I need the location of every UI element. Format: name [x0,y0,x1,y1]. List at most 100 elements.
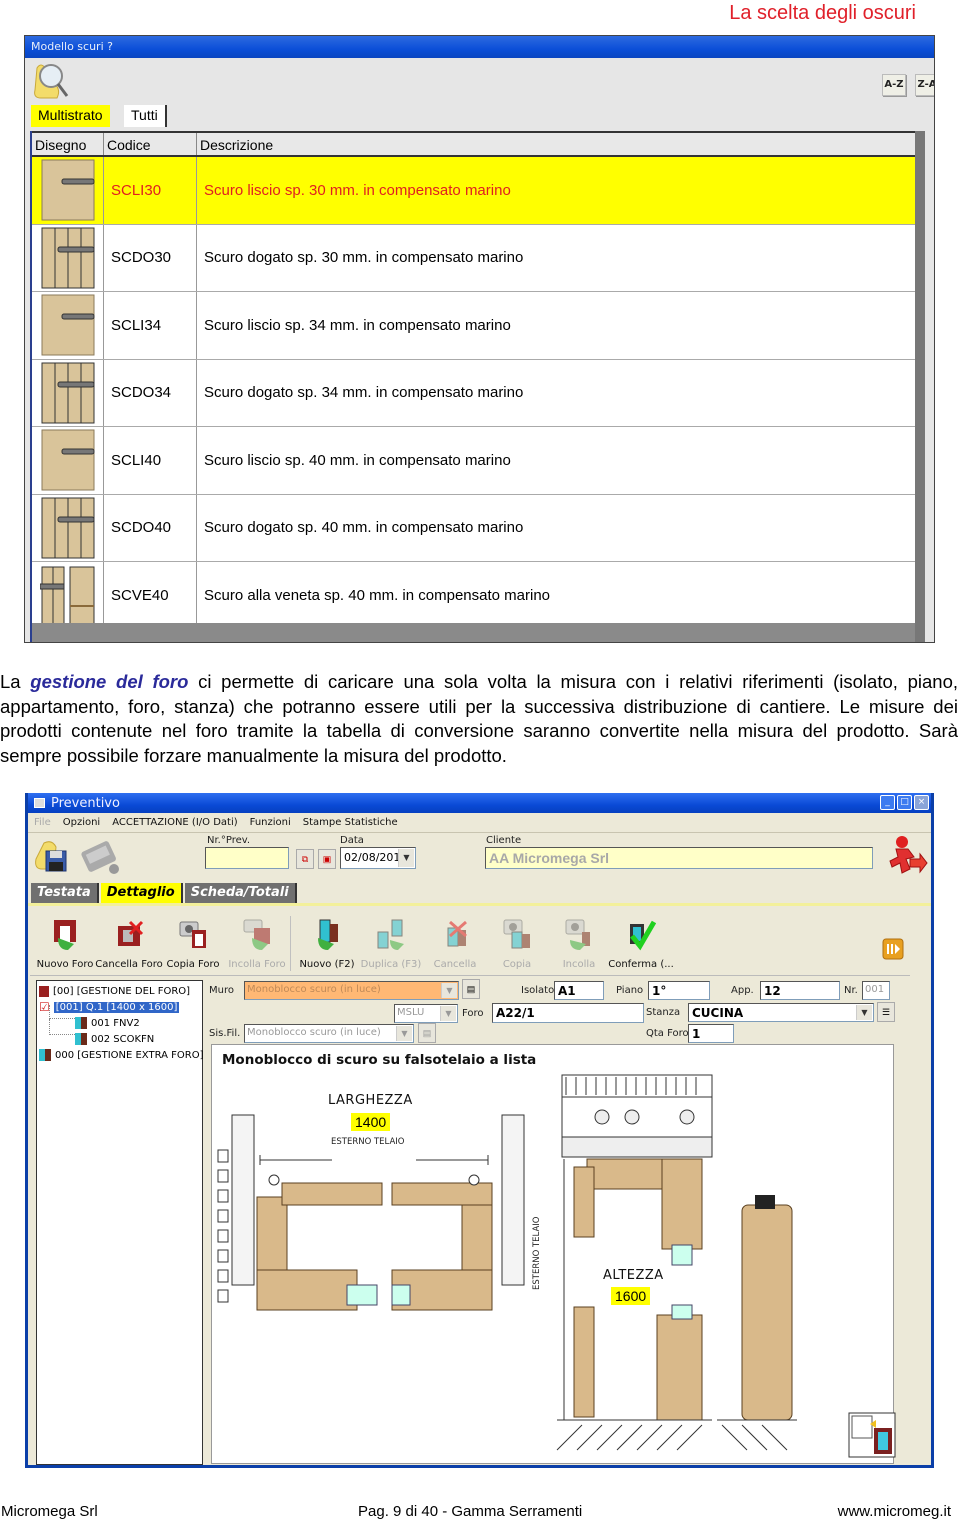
tree-item-label: [00] [GESTIONE DEL FORO] [53,985,191,997]
models-grid: Disegno Codice Descrizione SCLI30 Scuro l… [30,131,925,642]
app-input[interactable]: 12 [760,981,840,1000]
cliente-label: Cliente [486,835,522,846]
vertical-scrollbar[interactable] [915,131,925,642]
tab-testata[interactable]: Testata [31,883,99,903]
stanza-select[interactable]: CUCINA ▼ [688,1003,874,1022]
menu-opzioni[interactable]: Opzioni [63,817,100,828]
sisfil-value: Monoblocco scuro (in luce) [247,1027,381,1038]
table-row[interactable]: SCLI40 Scuro liscio sp. 40 mm. in compens… [32,427,925,495]
action-new-item-button[interactable]: Nuovo (F2) [292,918,362,970]
muro-detail-button[interactable]: ▤ [462,979,480,999]
tree-item[interactable]: 000 [GESTIONE EXTRA FORO] [39,1047,204,1063]
chevron-down-icon[interactable]: ▼ [398,849,414,867]
action-label: Incolla Foro [228,959,286,970]
action-confirm-button[interactable]: Conferma (... [606,918,676,970]
action-copy-button[interactable]: Copia [482,918,552,970]
data-date-picker[interactable]: 02/08/2010 ▼ [340,847,416,869]
menu-stampe-statistiche[interactable]: Stampe Statistiche [303,817,398,828]
window-item-icon [39,1049,51,1061]
tab-multistrato[interactable]: Multistrato [31,105,110,127]
chevron-down-icon[interactable]: ▼ [441,983,457,998]
stanza-list-button[interactable]: ☰ [877,1002,895,1022]
column-header-codice[interactable]: Codice [104,133,197,155]
sort-az-button[interactable]: A-Z [882,74,906,96]
insert-window-icon[interactable] [848,1412,896,1458]
piano-input[interactable]: 1° [648,981,710,1000]
preventivo-window: Preventivo _ □ × File Opzioni ACCETTAZIO… [25,793,934,1468]
muro-value: Monoblocco scuro (in luce) [247,984,381,995]
window-app-icon [34,798,45,808]
action-copy-foro-button[interactable]: Copia Foro [158,918,228,970]
tree-item[interactable]: 001 FNV2 [75,1015,140,1031]
minimize-button[interactable]: _ [880,795,895,810]
mslu-select[interactable]: MSLU ▼ [394,1004,458,1023]
save-icon[interactable] [34,837,70,875]
foro-tree[interactable]: [00] [GESTIONE DEL FORO] ☑ [001] Q.1 [1400… [36,980,204,1465]
chevron-down-icon[interactable]: ▼ [440,1006,456,1021]
column-header-disegno[interactable]: Disegno [32,133,104,155]
altezza-value[interactable]: 1600 [611,1287,651,1305]
tab-scheda-totali[interactable]: Scheda/Totali [184,883,297,903]
tree-item[interactable]: ☑ [001] Q.1 [1400 x 1600] [39,999,180,1015]
column-header-descrizione[interactable]: Descrizione [197,133,925,155]
nr-input[interactable]: 001 [862,981,890,1000]
menu-file[interactable]: File [34,817,51,828]
stanza-label: Stanza [646,1007,681,1018]
table-row[interactable]: SCVE40 Scuro alla veneta sp. 40 mm. in co… [32,562,925,630]
muro-select[interactable]: Monoblocco scuro (in luce) ▼ [244,981,459,1000]
dettaglio-panel: Nuovo Foro Cancella Foro Copia Foro Incolla… [28,903,931,1465]
table-row[interactable]: SCDO40 Scuro dogato sp. 40 mm. in compens… [32,494,925,562]
delete-icon [447,920,467,947]
fax-icon[interactable] [78,835,122,877]
tree-item[interactable]: 002 SCOKFN [75,1031,154,1047]
tab-bar: Multistrato Tutti [25,103,934,127]
isolato-input[interactable]: A1 [554,981,604,1000]
data-label: Data [340,835,364,846]
tab-dettaglio[interactable]: Dettaglio [100,883,183,903]
cell-descrizione: Scuro alla veneta sp. 40 mm. in compensa… [197,562,925,629]
action-paste-button[interactable]: Incolla [544,918,614,970]
nr-prev-input[interactable] [205,847,289,869]
tab-tutti[interactable]: Tutti [124,105,167,127]
tree-item[interactable]: [00] [GESTIONE DEL FORO] [39,983,190,999]
action-delete-foro-button[interactable]: Cancella Foro [94,918,164,970]
action-label: Nuovo Foro [36,959,94,970]
exit-runner-icon[interactable] [886,835,928,877]
sisfil-detail-button[interactable]: ▤ [418,1023,436,1043]
window-title: Modello scuri ? [25,36,934,58]
sisfil-select[interactable]: Monoblocco scuro (in luce) ▼ [244,1024,414,1043]
menu-funzioni[interactable]: Funzioni [250,817,291,828]
footer-website[interactable]: www.micromeg.it [838,1503,951,1520]
next-page-icon[interactable] [882,938,904,960]
menu-accettazione[interactable]: ACCETTAZIONE (I/O Dati) [112,817,237,828]
vertical-section-drawing [556,1074,797,1451]
cliente-input[interactable]: AA Micromega Srl [485,847,873,869]
table-row[interactable]: SCLI30 Scuro liscio sp. 30 mm. in compens… [32,157,925,225]
table-row[interactable]: SCDO30 Scuro dogato sp. 30 mm. in compens… [32,224,925,292]
new-item-icon [318,919,338,950]
chevron-down-icon[interactable]: ▼ [856,1005,872,1020]
lookup-button[interactable]: ⧉ [296,849,314,869]
chevron-down-icon[interactable]: ▼ [396,1026,412,1041]
action-paste-foro-button[interactable]: Incolla Foro [222,918,292,970]
qta-foro-input[interactable]: 1 [688,1024,734,1043]
action-duplicate-button[interactable]: Duplica (F3) [356,918,426,970]
cell-descrizione: Scuro dogato sp. 30 mm. in compensato ma… [197,224,925,291]
table-row[interactable]: SCLI34 Scuro liscio sp. 34 mm. in compens… [32,292,925,360]
maximize-button[interactable]: □ [897,795,912,810]
grid-header: Disegno Codice Descrizione [32,131,925,157]
cell-codice: SCLI30 [104,157,197,224]
search-scroll-icon[interactable] [31,60,71,102]
action-new-foro-button[interactable]: Nuovo Foro [30,918,100,970]
shutter-planked-icon [32,494,104,561]
tree-item-label: 000 [GESTIONE EXTRA FORO] [55,1049,204,1061]
close-button[interactable]: × [914,795,929,810]
table-row[interactable]: SCDO34 Scuro dogato sp. 34 mm. in compens… [32,359,925,427]
tree-item-label: [001] Q.1 [1400 x 1600] [53,1001,180,1013]
calculator-button[interactable]: ▣ [318,849,336,869]
sort-za-button[interactable]: Z-A [915,74,934,96]
foro-input[interactable]: A22/1 [492,1003,644,1023]
piano-label: Piano [616,985,644,996]
action-delete-button[interactable]: Cancella [420,918,490,970]
plan-section-drawing [217,1114,525,1311]
